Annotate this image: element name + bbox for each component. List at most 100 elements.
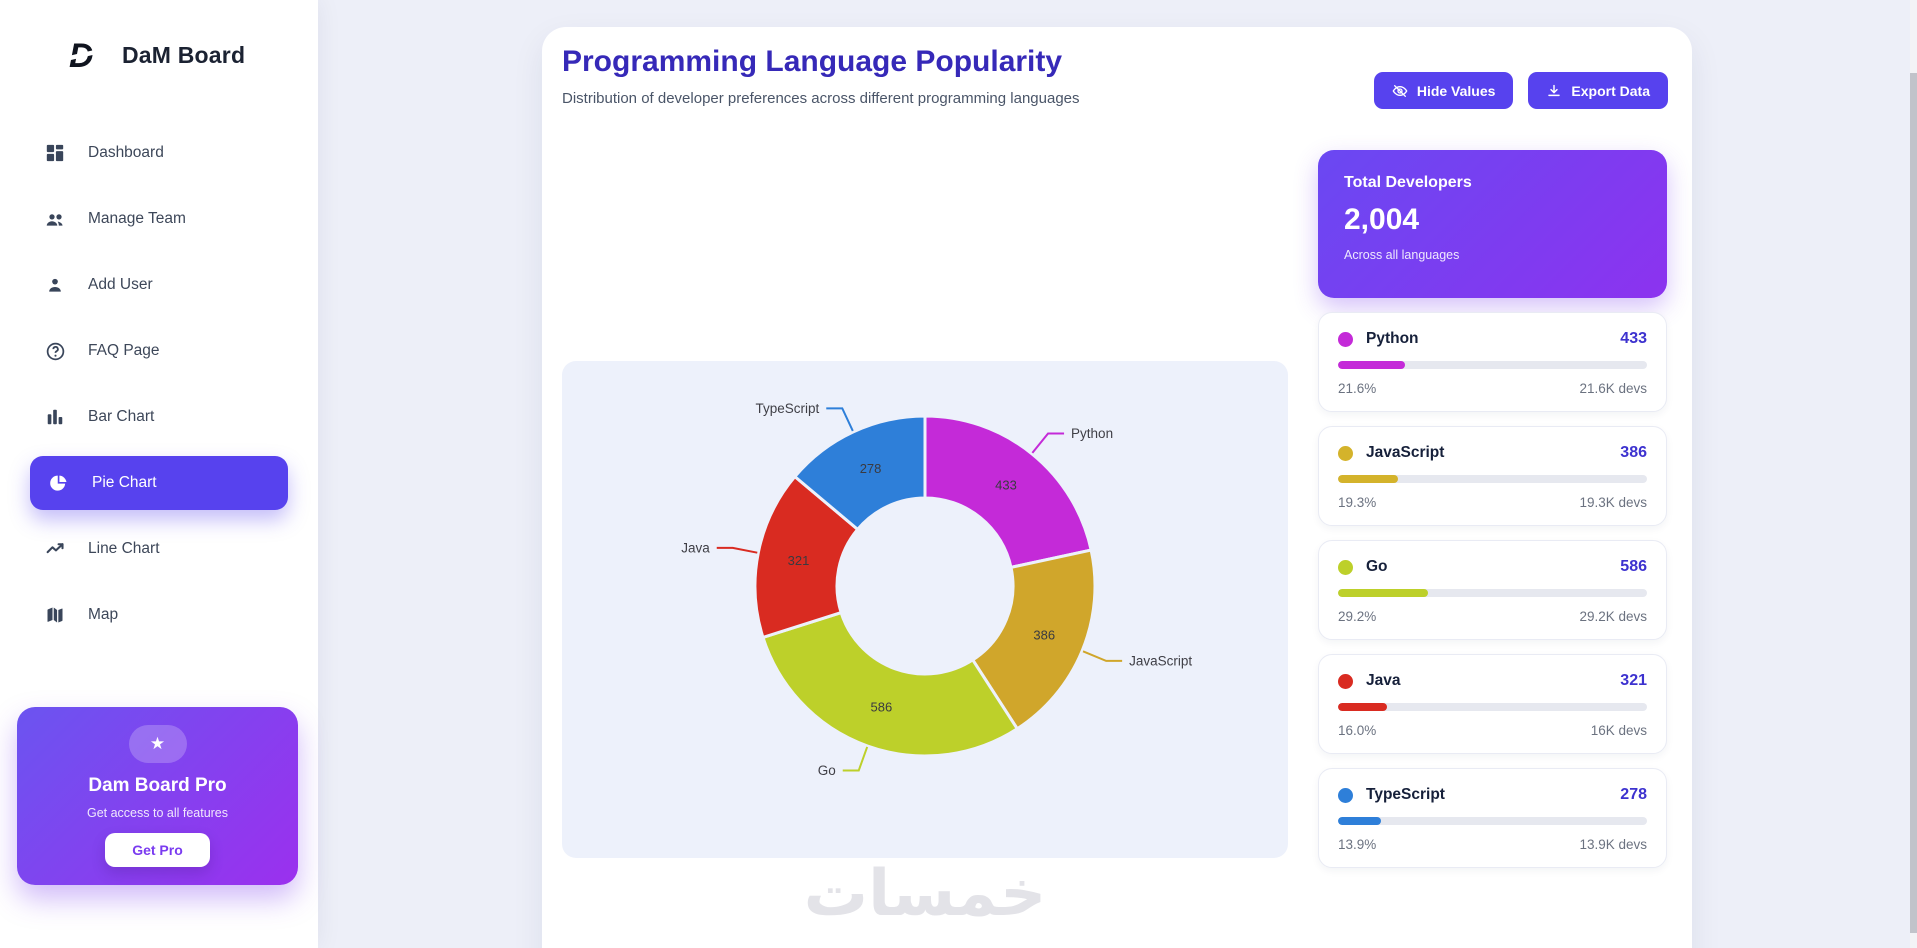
- sidebar-item-label: FAQ Page: [88, 342, 160, 359]
- slice-category-label: JavaScript: [1129, 653, 1192, 668]
- get-pro-button[interactable]: Get Pro: [105, 833, 210, 867]
- sidebar-menu: Dashboard Manage Team Add User FAQ Page …: [0, 120, 318, 648]
- bar-chart-icon: [44, 406, 66, 428]
- brand-name: DaM Board: [122, 41, 246, 68]
- sidebar-item-dashboard[interactable]: Dashboard: [0, 120, 318, 186]
- total-caption: Across all languages: [1344, 248, 1460, 262]
- download-icon: [1548, 84, 1561, 96]
- pie-chart-icon: [48, 472, 70, 494]
- map-icon: [44, 604, 66, 626]
- pie-chart-panel: 433 Python 386 JavaScript 586 Go 321 Java 278 Typ…: [562, 361, 1288, 858]
- language-devs: 16K devs: [1590, 723, 1647, 738]
- slice-leader-line: [1082, 650, 1123, 662]
- language-value: 386: [1620, 444, 1647, 461]
- page-subtitle: Distribution of developer preferences ac…: [562, 90, 1080, 107]
- language-dot: [1338, 559, 1353, 575]
- hide-values-button[interactable]: Hide Values: [1373, 72, 1514, 109]
- chart-column: 433 Python 386 JavaScript 586 Go 321 Java 278 Typ…: [562, 109, 1288, 927]
- sidebar-item-line-chart[interactable]: Line Chart: [0, 516, 318, 582]
- header-text: Programming Language Popularity Distribu…: [562, 43, 1080, 107]
- slice-value-label: 278: [860, 461, 882, 476]
- sidebar-item-faq[interactable]: FAQ Page: [0, 318, 318, 384]
- star-icon: ★: [149, 734, 166, 753]
- language-devs: 29.2K devs: [1579, 609, 1647, 624]
- language-card-go[interactable]: Go 586 29.2% 29.2K devs: [1318, 540, 1667, 640]
- sidebar-item-label: Add User: [88, 276, 153, 293]
- sidebar-item-label: Manage Team: [88, 210, 186, 227]
- slice-category-label: Python: [1071, 426, 1113, 441]
- language-name: TypeScript: [1366, 786, 1445, 803]
- language-name: Python: [1366, 330, 1419, 347]
- slice-value-label: 433: [995, 478, 1017, 493]
- language-percent: 16.0%: [1338, 723, 1377, 738]
- sidebar-item-add-user[interactable]: Add User: [0, 252, 318, 318]
- sidebar-item-label: Line Chart: [88, 540, 160, 557]
- sidebar-item-pie-chart[interactable]: Pie Chart: [30, 456, 288, 510]
- language-card-typescript[interactable]: TypeScript 278 13.9% 13.9K devs: [1318, 768, 1667, 868]
- language-card-python[interactable]: Python 433 21.6% 21.6K devs: [1318, 312, 1667, 412]
- eye-off-icon: [1392, 84, 1408, 97]
- language-value: 586: [1620, 558, 1647, 575]
- language-progress-track: [1338, 589, 1647, 597]
- brand: D DaM Board: [0, 0, 318, 74]
- main-header: Programming Language Popularity Distribu…: [542, 27, 1692, 109]
- export-data-button[interactable]: Export Data: [1528, 72, 1668, 109]
- language-value: 433: [1620, 330, 1647, 347]
- language-dot: [1338, 331, 1353, 347]
- faq-icon: [44, 340, 66, 362]
- watermark-text: خمسات: [803, 857, 1047, 929]
- slice-value-label: 386: [1033, 627, 1055, 642]
- language-progress-fill: [1338, 589, 1429, 597]
- language-progress-fill: [1338, 361, 1405, 369]
- page-title: Programming Language Popularity: [562, 45, 1063, 78]
- language-devs: 21.6K devs: [1579, 381, 1647, 396]
- language-devs: 19.3K devs: [1579, 495, 1647, 510]
- sidebar-item-bar-chart[interactable]: Bar Chart: [0, 384, 318, 450]
- team-icon: [44, 208, 66, 230]
- language-value: 321: [1620, 672, 1647, 689]
- sidebar-item-manage-team[interactable]: Manage Team: [0, 186, 318, 252]
- sidebar: D DaM Board Dashboard Manage Team Add Us…: [0, 0, 318, 948]
- sidebar-item-label: Dashboard: [88, 144, 164, 161]
- promo-card: ★ Dam Board Pro Get access to all featur…: [17, 707, 298, 885]
- total-developers-card: Total Developers 2,004 Across all langua…: [1318, 150, 1667, 298]
- sidebar-item-label: Bar Chart: [88, 408, 155, 425]
- slice-category-label: Java: [681, 540, 710, 555]
- language-name: Java: [1366, 672, 1401, 689]
- donut-chart[interactable]: 433 Python 386 JavaScript 586 Go 321 Java 278 Typ…: [562, 361, 1288, 858]
- stats-column: Total Developers 2,004 Across all langua…: [1318, 150, 1667, 927]
- language-progress-track: [1338, 703, 1647, 711]
- language-value: 278: [1620, 786, 1647, 803]
- slice-leader-line: [842, 746, 869, 772]
- scrollbar-thumb[interactable]: [1910, 73, 1917, 933]
- dashboard-icon: [44, 142, 66, 164]
- star-badge: ★: [128, 725, 187, 763]
- language-progress-track: [1338, 817, 1647, 825]
- promo-title: Dam Board Pro: [88, 775, 227, 796]
- language-progress-fill: [1338, 475, 1398, 483]
- language-dot: [1338, 445, 1353, 461]
- sidebar-item-label: Map: [88, 606, 119, 623]
- slice-leader-line: [716, 546, 758, 554]
- page-scrollbar[interactable]: [1910, 0, 1917, 948]
- language-percent: 21.6%: [1338, 381, 1377, 396]
- donut-slice-go[interactable]: [761, 610, 1020, 758]
- language-percent: 19.3%: [1338, 495, 1377, 510]
- sidebar-item-map[interactable]: Map: [0, 582, 318, 648]
- content-row: 433 Python 386 JavaScript 586 Go 321 Java 278 Typ…: [542, 109, 1692, 927]
- slice-leader-line: [1031, 432, 1065, 454]
- language-percent: 29.2%: [1338, 609, 1377, 624]
- main-panel: Programming Language Popularity Distribu…: [542, 27, 1692, 948]
- language-card-java[interactable]: Java 321 16.0% 16K devs: [1318, 654, 1667, 754]
- language-progress-fill: [1338, 817, 1381, 825]
- language-card-javascript[interactable]: JavaScript 386 19.3% 19.3K devs: [1318, 426, 1667, 526]
- slice-leader-line: [826, 407, 854, 432]
- language-percent: 13.9%: [1338, 837, 1377, 852]
- add-user-icon: [44, 274, 66, 296]
- language-progress-fill: [1338, 703, 1388, 711]
- brand-logo-icon: D: [69, 37, 101, 74]
- language-dot: [1338, 673, 1353, 689]
- line-chart-icon: [44, 538, 66, 560]
- slice-value-label: 586: [871, 699, 893, 714]
- language-devs: 13.9K devs: [1579, 837, 1647, 852]
